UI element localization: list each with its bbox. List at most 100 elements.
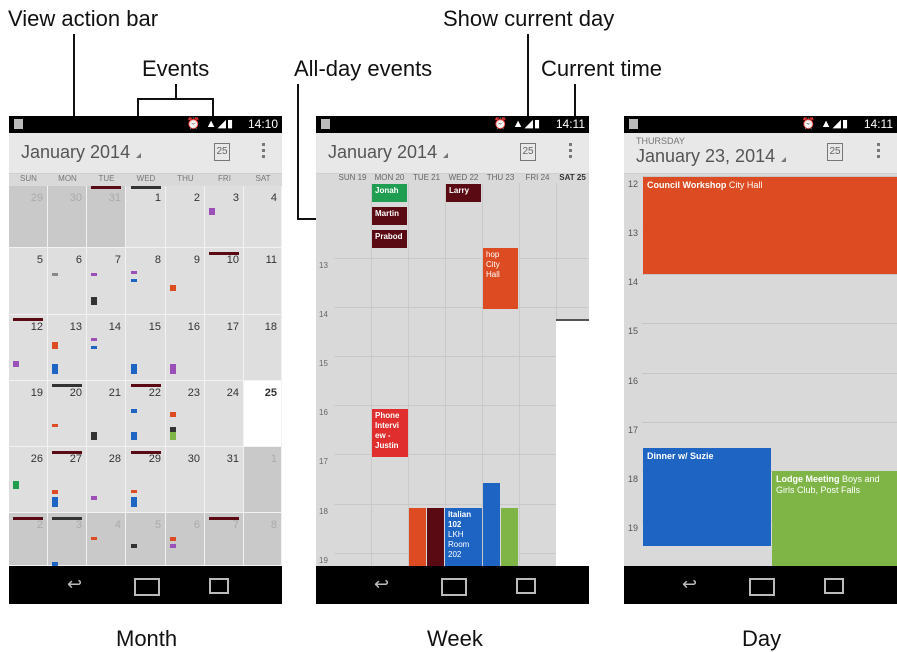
recent-apps-icon[interactable]	[824, 578, 844, 594]
week-title-dropdown[interactable]: January 2014	[328, 142, 449, 163]
home-icon[interactable]	[134, 578, 160, 596]
day-cell[interactable]: 3	[48, 513, 87, 566]
event-martin[interactable]: Martin	[372, 207, 407, 225]
event-marker[interactable]	[131, 497, 137, 507]
day-cell[interactable]: 11	[244, 248, 282, 315]
event-marker[interactable]	[13, 481, 19, 489]
event-marker[interactable]	[13, 318, 43, 321]
today-button[interactable]: 25	[827, 143, 843, 161]
event-marker[interactable]	[131, 384, 161, 387]
day-cell[interactable]: 5	[126, 513, 166, 566]
event-block[interactable]	[501, 508, 518, 566]
day-cell[interactable]: 30	[166, 447, 205, 513]
event-marker[interactable]	[170, 544, 176, 548]
day-title-dropdown[interactable]: January 23, 2014	[636, 146, 787, 167]
day-cell[interactable]: 2	[9, 513, 48, 566]
home-icon[interactable]	[749, 578, 775, 596]
back-icon[interactable]: ↩	[682, 574, 697, 595]
event-marker[interactable]	[52, 342, 58, 349]
day-cell[interactable]: 12	[9, 315, 48, 381]
overflow-menu-icon[interactable]	[262, 143, 266, 161]
event-marker[interactable]	[170, 537, 176, 541]
event-prabod[interactable]: Prabod	[372, 230, 407, 248]
event-marker[interactable]	[91, 346, 97, 349]
event-italian[interactable]: Italian 102 LKH Room 202	[445, 508, 482, 566]
event-marker[interactable]	[131, 544, 137, 548]
event-marker[interactable]	[131, 490, 137, 493]
day-cell[interactable]: 10	[205, 248, 244, 315]
event-marker[interactable]	[52, 364, 58, 374]
event-marker[interactable]	[52, 490, 58, 494]
day-cell[interactable]: 17	[205, 315, 244, 381]
recent-apps-icon[interactable]	[209, 578, 229, 594]
event-marker[interactable]	[170, 285, 176, 291]
day-cell[interactable]: 2	[166, 186, 205, 248]
event-marker[interactable]	[209, 252, 239, 255]
day-cell[interactable]: 9	[166, 248, 205, 315]
overflow-menu-icon[interactable]	[877, 143, 881, 161]
event-larry[interactable]: Larry	[446, 184, 481, 202]
event-marker[interactable]	[91, 297, 97, 305]
overflow-menu-icon[interactable]	[569, 143, 573, 161]
event-marker[interactable]	[52, 517, 82, 520]
day-cell[interactable]: 30	[48, 186, 87, 248]
event-marker[interactable]	[52, 424, 58, 427]
day-cell[interactable]: 1	[126, 186, 166, 248]
event-marker[interactable]	[131, 279, 137, 282]
event-block[interactable]	[483, 483, 500, 566]
event-block[interactable]	[427, 508, 444, 566]
day-cell[interactable]: 6	[48, 248, 87, 315]
day-cell[interactable]: 26	[9, 447, 48, 513]
event-marker[interactable]	[91, 273, 97, 276]
day-cell[interactable]: 4	[244, 186, 282, 248]
today-button[interactable]: 25	[520, 143, 536, 161]
event-workshop[interactable]: hop City Hall	[483, 248, 518, 309]
day-cell[interactable]: 3	[205, 186, 244, 248]
event-marker[interactable]	[52, 497, 58, 507]
event-marker[interactable]	[91, 432, 97, 440]
day-cell[interactable]: 19	[9, 381, 48, 447]
event-marker[interactable]	[13, 517, 43, 520]
event-marker[interactable]	[131, 186, 161, 189]
event-marker[interactable]	[131, 409, 137, 413]
event-jonah[interactable]: Jonah	[372, 184, 407, 202]
back-icon[interactable]: ↩	[67, 574, 82, 595]
day-cell[interactable]: 5	[9, 248, 48, 315]
event-marker[interactable]	[131, 364, 137, 374]
event-marker[interactable]	[91, 537, 97, 540]
month-title-dropdown[interactable]: January 2014	[21, 142, 142, 163]
day-cell[interactable]: 25	[244, 381, 282, 447]
event-marker[interactable]	[52, 273, 58, 276]
day-cell[interactable]: 8	[244, 513, 282, 566]
home-icon[interactable]	[441, 578, 467, 596]
event-marker[interactable]	[131, 451, 161, 454]
day-cell[interactable]: 28	[87, 447, 126, 513]
event-marker[interactable]	[13, 361, 19, 367]
event-marker[interactable]	[209, 208, 215, 215]
day-cell[interactable]: 18	[244, 315, 282, 381]
event-marker[interactable]	[131, 271, 137, 274]
day-cell[interactable]: 7	[205, 513, 244, 566]
day-cell[interactable]: 29	[9, 186, 48, 248]
event-council-workshop[interactable]: Council Workshop City Hall	[643, 177, 897, 274]
today-button[interactable]: 25	[214, 143, 230, 161]
event-marker[interactable]	[91, 186, 121, 189]
event-marker[interactable]	[209, 517, 239, 520]
event-marker[interactable]	[170, 364, 176, 374]
event-marker[interactable]	[131, 432, 137, 440]
day-cell[interactable]: 31	[205, 447, 244, 513]
event-block[interactable]	[409, 508, 426, 566]
event-marker[interactable]	[170, 412, 176, 417]
back-icon[interactable]: ↩	[374, 574, 389, 595]
day-cell[interactable]: 1	[244, 447, 282, 513]
event-lodge-meeting[interactable]: Lodge Meeting Boys and Girls Club, Post …	[772, 471, 897, 566]
event-marker[interactable]	[91, 338, 97, 341]
event-phone-interview[interactable]: Phone Intervi ew - Justin	[372, 409, 408, 457]
event-marker[interactable]	[52, 451, 82, 454]
event-marker[interactable]	[52, 384, 82, 387]
event-marker[interactable]	[170, 432, 176, 440]
day-cell[interactable]: 20	[48, 381, 87, 447]
event-marker[interactable]	[91, 496, 97, 500]
event-dinner[interactable]: Dinner w/ Suzie	[643, 448, 771, 546]
day-cell[interactable]: 31	[87, 186, 126, 248]
